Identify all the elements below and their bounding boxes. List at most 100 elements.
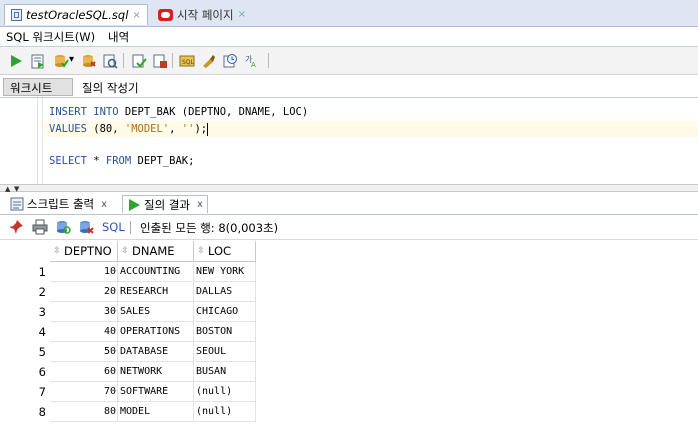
table-row[interactable]: 5 50 DATABASE SEOUL <box>0 342 256 362</box>
code-text: ); <box>194 123 208 135</box>
cell-dname[interactable]: ACCOUNTING <box>118 262 194 282</box>
cell-deptno[interactable]: 50 <box>50 342 118 362</box>
panel-splitter[interactable]: ▲ ▼ <box>0 184 698 193</box>
clear-icon[interactable] <box>200 53 216 69</box>
cell-deptno[interactable]: 40 <box>50 322 118 342</box>
code-text: DEPT_BAK; <box>131 155 195 167</box>
explain-plan-icon[interactable] <box>131 53 147 69</box>
cell-dname[interactable]: NETWORK <box>118 362 194 382</box>
oracle-logo-icon <box>158 8 173 21</box>
column-header-label: LOC <box>208 244 232 258</box>
cell-loc[interactable]: SEOUL <box>194 342 256 362</box>
cell-dname[interactable]: SALES <box>118 302 194 322</box>
code-text: * <box>86 155 106 167</box>
row-number: 7 <box>38 385 46 399</box>
table-row[interactable]: 1 10 ACCOUNTING NEW YORK <box>0 262 256 282</box>
column-header-label: DNAME <box>132 244 175 258</box>
spell-icon[interactable]: 가A <box>244 53 260 69</box>
close-tab-icon[interactable]: × <box>132 10 140 21</box>
cell-deptno[interactable]: 60 <box>50 362 118 382</box>
cell-loc[interactable]: (null) <box>194 402 256 422</box>
keyword: VALUES <box>49 123 87 135</box>
cell-dname[interactable]: MODEL <box>118 402 194 422</box>
close-tab-icon[interactable]: × <box>238 9 246 20</box>
string-literal: 'MODEL' <box>124 123 170 135</box>
row-number: 6 <box>38 365 46 379</box>
cell-dname[interactable]: OPERATIONS <box>118 322 194 342</box>
results-grid: ⇳ DEPTNO ⇳ DNAME ⇳ LOC 1 10 ACCOUNTING N… <box>0 240 698 437</box>
sql-tuning-icon[interactable] <box>152 53 168 69</box>
row-number: 1 <box>38 265 46 279</box>
toolbar-divider <box>123 53 124 68</box>
table-row[interactable]: 7 70 SOFTWARE (null) <box>0 382 256 402</box>
tab-worksheet[interactable]: 워크시트 <box>3 78 73 96</box>
code-text: , <box>169 123 182 135</box>
refresh-icon[interactable] <box>55 219 71 235</box>
rollback-icon[interactable] <box>81 53 97 69</box>
print-icon[interactable] <box>32 219 48 235</box>
column-header-dname[interactable]: ⇳ DNAME <box>118 241 194 262</box>
tab-history[interactable]: 내역 <box>108 29 129 45</box>
column-header-loc[interactable]: ⇳ LOC <box>194 241 256 262</box>
sort-icon[interactable]: ⇳ <box>121 247 129 256</box>
tab-label: 질의 결과 <box>144 197 190 212</box>
cell-loc[interactable]: NEW YORK <box>194 262 256 282</box>
tab-query-result[interactable]: 질의 결과 x <box>122 195 208 213</box>
sort-icon[interactable]: ⇳ <box>197 247 205 256</box>
cell-deptno[interactable]: 10 <box>50 262 118 282</box>
autotrace-icon[interactable] <box>102 53 118 69</box>
row-number: 3 <box>38 305 46 319</box>
cell-loc[interactable]: BUSAN <box>194 362 256 382</box>
view-sql-link[interactable]: SQL <box>102 220 125 234</box>
cell-deptno[interactable]: 70 <box>50 382 118 402</box>
row-number: 4 <box>38 325 46 339</box>
cell-loc[interactable]: (null) <box>194 382 256 402</box>
cell-loc[interactable]: BOSTON <box>194 322 256 342</box>
pin-icon[interactable] <box>8 219 24 235</box>
format-icon[interactable]: SQL <box>179 53 195 69</box>
tab-sql-worksheet[interactable]: SQL 워크시트(W) <box>6 29 95 45</box>
cell-loc[interactable]: DALLAS <box>194 282 256 302</box>
table-row[interactable]: 3 30 SALES CHICAGO <box>0 302 256 322</box>
worksheet-toolbar: ▾ SQL 가A <box>0 47 698 75</box>
worksheet-subtabs: SQL 워크시트(W) 내역 <box>0 27 698 47</box>
table-row[interactable]: 4 40 OPERATIONS BOSTON <box>0 322 256 342</box>
svg-text:SQL: SQL <box>182 59 195 66</box>
tab-query-builder[interactable]: 질의 작성기 <box>82 80 139 96</box>
cell-dname[interactable]: RESEARCH <box>118 282 194 302</box>
text-cursor <box>207 122 209 136</box>
script-output-icon <box>10 197 24 211</box>
cancel-query-icon[interactable] <box>78 219 94 235</box>
editor-margin-line <box>42 98 43 184</box>
sql-editor[interactable]: INSERT INTO DEPT_BAK (DEPTNO, DNAME, LOC… <box>0 98 698 184</box>
row-number: 2 <box>38 285 46 299</box>
cell-deptno[interactable]: 80 <box>50 402 118 422</box>
tab-script-output[interactable]: 스크립트 출력 x <box>6 195 111 213</box>
run-script-icon[interactable] <box>30 53 46 69</box>
cell-dname[interactable]: SOFTWARE <box>118 382 194 402</box>
table-row[interactable]: 8 80 MODEL (null) <box>0 402 256 422</box>
toolbar-divider <box>172 53 173 68</box>
result-toolbar: SQL 인출된 모든 행: 8(0,003초) <box>0 215 698 240</box>
tab-start-page[interactable]: 시작 페이지 × <box>152 4 256 25</box>
cell-dname[interactable]: DATABASE <box>118 342 194 362</box>
code-text: DEPT_BAK (DEPTNO, DNAME, LOC) <box>118 106 309 118</box>
cell-deptno[interactable]: 20 <box>50 282 118 302</box>
column-header-deptno[interactable]: ⇳ DEPTNO <box>50 241 118 262</box>
cell-deptno[interactable]: 30 <box>50 302 118 322</box>
query-result-icon <box>129 198 140 211</box>
row-number: 5 <box>38 345 46 359</box>
close-tab-icon[interactable]: x <box>197 199 203 210</box>
tab-label: 시작 페이지 <box>177 7 234 22</box>
history-icon[interactable] <box>222 53 238 69</box>
table-row[interactable]: 2 20 RESEARCH DALLAS <box>0 282 256 302</box>
code-line-select: SELECT * FROM DEPT_BAK; <box>49 154 194 169</box>
run-statement-icon[interactable] <box>8 53 24 69</box>
keyword: FROM <box>105 155 132 167</box>
tab-test-oracle-sql[interactable]: testOracleSQL.sql × <box>4 4 148 25</box>
commit-icon[interactable] <box>53 53 69 69</box>
table-row[interactable]: 6 60 NETWORK BUSAN <box>0 362 256 382</box>
sort-icon[interactable]: ⇳ <box>53 247 61 256</box>
close-tab-icon[interactable]: x <box>101 199 107 210</box>
cell-loc[interactable]: CHICAGO <box>194 302 256 322</box>
